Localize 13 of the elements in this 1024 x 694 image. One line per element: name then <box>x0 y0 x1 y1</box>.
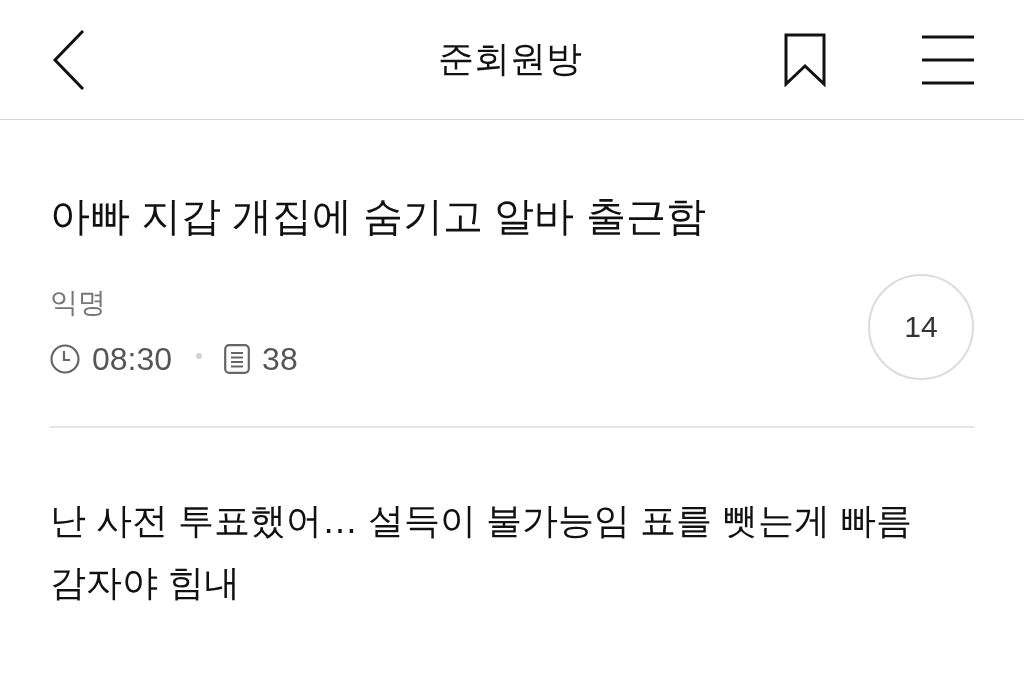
menu-icon[interactable] <box>922 34 974 85</box>
post-time: 08:30 <box>92 340 173 379</box>
document-icon <box>224 344 251 374</box>
post-body: 난 사전 투표했어… 설득이 불가능임 표를 뺏는게 빠름 감자야 힘내 <box>50 499 913 605</box>
back-icon[interactable] <box>52 29 86 90</box>
board-title: 준회원방 <box>437 37 583 81</box>
post-title: 아빠 지갑 개집에 숨기고 알바 출근함 <box>50 193 707 240</box>
author-name: 익명 <box>50 286 107 320</box>
bookmark-icon[interactable] <box>784 32 826 87</box>
clock-icon <box>50 344 80 374</box>
separator-dot-icon <box>196 353 203 359</box>
comment-count-button[interactable]: 14 <box>868 274 974 380</box>
post-count: 38 <box>262 340 298 379</box>
